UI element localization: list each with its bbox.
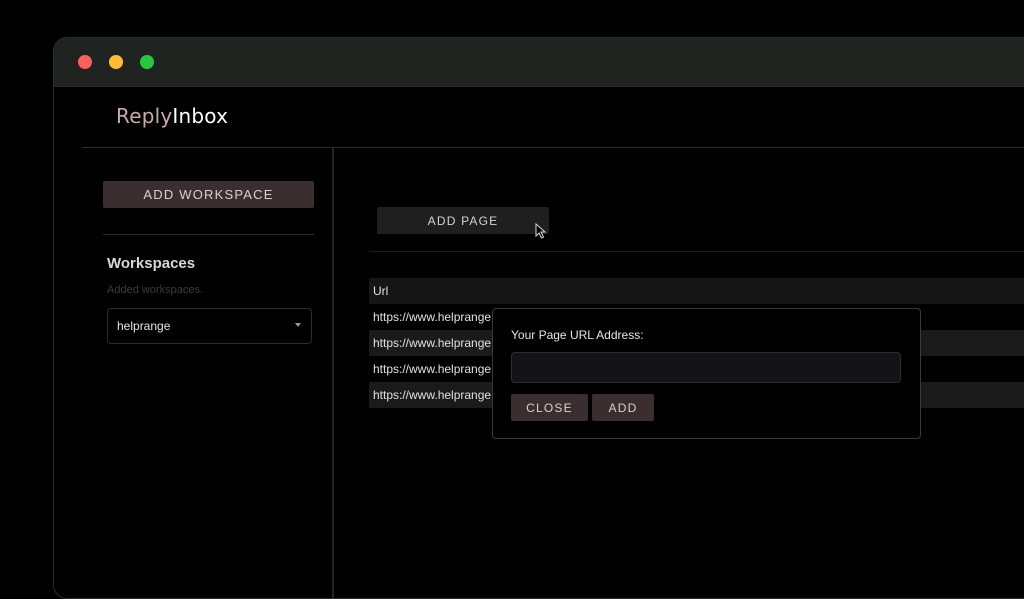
header-divider — [82, 147, 1024, 148]
brand-logo: ReplyInbox — [116, 104, 228, 128]
workspace-select-value: helprange — [117, 319, 171, 333]
table-header-url: Url — [369, 278, 1024, 304]
workspaces-subtitle: Added workspaces. — [107, 284, 203, 296]
close-button[interactable]: CLOSE — [511, 394, 588, 421]
maximize-window-button[interactable] — [140, 55, 154, 69]
main-divider — [369, 251, 1024, 252]
add-page-dialog: Your Page URL Address: CLOSE ADD — [492, 308, 921, 439]
mouse-pointer-icon — [535, 223, 547, 239]
brand-inbox: Inbox — [172, 104, 229, 128]
workspaces-heading: Workspaces — [107, 255, 196, 272]
page-url-input[interactable] — [511, 352, 901, 383]
add-page-button[interactable]: ADD PAGE — [377, 207, 549, 234]
sidebar-section-divider — [103, 234, 314, 235]
sidebar-divider — [332, 148, 334, 598]
url-field-label: Your Page URL Address: — [511, 328, 644, 342]
minimize-window-button[interactable] — [109, 55, 123, 69]
add-workspace-button[interactable]: ADD WORKSPACE — [103, 181, 314, 208]
workspace-select[interactable]: helprange — [107, 308, 312, 344]
app-window: ReplyInbox ADD WORKSPACE Workspaces Adde… — [53, 37, 1024, 599]
add-button[interactable]: ADD — [592, 394, 654, 421]
caret-down-icon — [295, 323, 301, 327]
brand-reply: Reply — [116, 104, 173, 128]
title-bar — [54, 38, 1024, 87]
close-window-button[interactable] — [78, 55, 92, 69]
